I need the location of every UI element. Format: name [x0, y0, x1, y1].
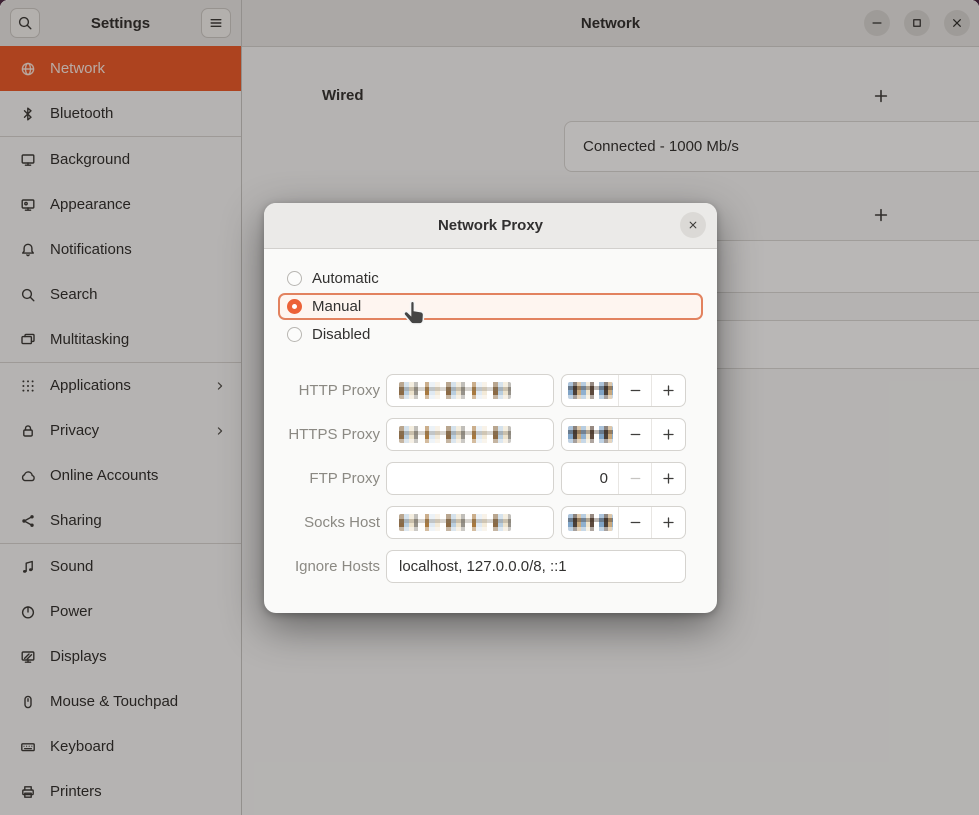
- port-increment-button[interactable]: [652, 463, 685, 494]
- network-proxy-dialog: Network Proxy Automatic Manual Disabled HT…: [264, 203, 717, 613]
- input-value: localhost, 127.0.0.0/8, ::1: [387, 558, 567, 575]
- redacted-port-mosaic: [568, 426, 613, 443]
- http-proxy-input[interactable]: [386, 374, 554, 407]
- https-proxy-port-spinner: [561, 418, 686, 451]
- radio-selected-icon: [287, 299, 302, 314]
- proxy-field-ftp-proxy: FTP Proxy 0: [264, 462, 717, 495]
- ftp-proxy-input[interactable]: [386, 462, 554, 495]
- dialog-close-button[interactable]: [680, 212, 706, 238]
- redacted-port-mosaic: [568, 514, 613, 531]
- port-increment-button[interactable]: [652, 507, 685, 538]
- redacted-value-mosaic: [399, 382, 511, 399]
- proxy-option-manual[interactable]: Manual: [278, 293, 703, 320]
- minus-icon: [628, 515, 643, 530]
- radio-unselected-icon: [287, 327, 302, 342]
- field-label: Socks Host: [278, 514, 380, 531]
- port-value[interactable]: [562, 507, 619, 538]
- close-icon: [687, 219, 699, 231]
- socks-host-port-spinner: [561, 506, 686, 539]
- redacted-port-mosaic: [568, 382, 613, 399]
- plus-icon: [661, 471, 676, 486]
- port-decrement-button[interactable]: [619, 463, 652, 494]
- https-proxy-input[interactable]: [386, 418, 554, 451]
- redacted-value-mosaic: [399, 426, 511, 443]
- field-label: HTTP Proxy: [278, 382, 380, 399]
- field-label: FTP Proxy: [278, 470, 380, 487]
- proxy-field-http-proxy: HTTP Proxy: [264, 374, 717, 407]
- minus-icon: [628, 427, 643, 442]
- plus-icon: [661, 383, 676, 398]
- proxy-mode-options: Automatic Manual Disabled: [278, 265, 703, 349]
- proxy-field-ignore-hosts: Ignore Hosts localhost, 127.0.0.0/8, ::1: [264, 550, 717, 583]
- ignore-hosts-input[interactable]: localhost, 127.0.0.0/8, ::1: [386, 550, 686, 583]
- settings-window: Settings NetworkBluetoothBackgroundAppea…: [0, 0, 979, 815]
- proxy-option-disabled[interactable]: Disabled: [278, 321, 703, 348]
- field-label: Ignore Hosts: [278, 558, 380, 575]
- proxy-option-automatic[interactable]: Automatic: [278, 265, 703, 292]
- port-decrement-button[interactable]: [619, 419, 652, 450]
- plus-icon: [661, 515, 676, 530]
- proxy-option-label: Manual: [312, 298, 361, 315]
- port-decrement-button[interactable]: [619, 375, 652, 406]
- port-decrement-button[interactable]: [619, 507, 652, 538]
- ftp-proxy-port-spinner: 0: [561, 462, 686, 495]
- proxy-option-label: Disabled: [312, 326, 370, 343]
- port-increment-button[interactable]: [652, 375, 685, 406]
- proxy-fields: HTTP Proxy HTTPS Proxy FTP Proxy 0 Socks Hos…: [264, 374, 717, 594]
- proxy-option-label: Automatic: [312, 270, 379, 287]
- dialog-title: Network Proxy: [438, 217, 543, 234]
- port-value[interactable]: 0: [562, 463, 619, 494]
- proxy-field-https-proxy: HTTPS Proxy: [264, 418, 717, 451]
- redacted-value-mosaic: [399, 514, 511, 531]
- socks-host-input[interactable]: [386, 506, 554, 539]
- proxy-field-socks-host: Socks Host: [264, 506, 717, 539]
- http-proxy-port-spinner: [561, 374, 686, 407]
- radio-unselected-icon: [287, 271, 302, 286]
- dialog-header: Network Proxy: [264, 203, 717, 249]
- port-value[interactable]: [562, 419, 619, 450]
- plus-icon: [661, 427, 676, 442]
- field-label: HTTPS Proxy: [278, 426, 380, 443]
- port-increment-button[interactable]: [652, 419, 685, 450]
- minus-icon: [628, 471, 643, 486]
- port-value[interactable]: [562, 375, 619, 406]
- minus-icon: [628, 383, 643, 398]
